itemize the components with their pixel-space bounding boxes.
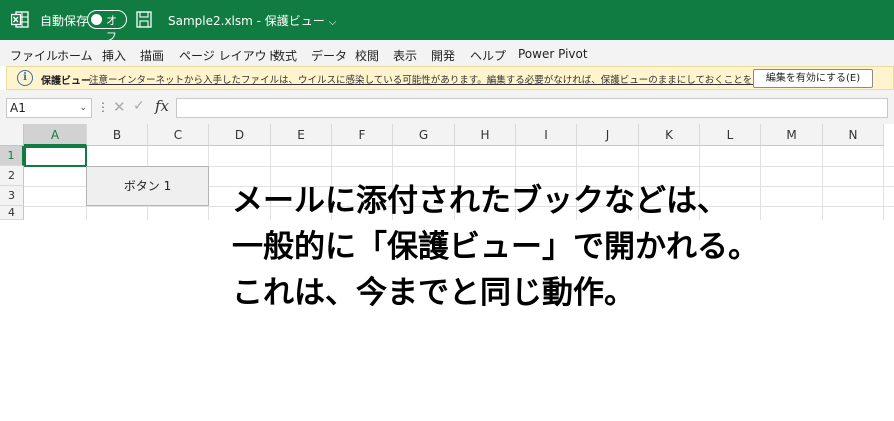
tab-file[interactable]: ファイル: [10, 47, 58, 64]
column-header-a[interactable]: A: [24, 124, 87, 146]
protected-view-bar: i 保護ビュー 注意ーインターネットから入手したファイルは、ウイルスに感染してい…: [6, 66, 894, 90]
cancel-icon[interactable]: ✕: [113, 98, 126, 116]
caption-line-2: 一般的に「保護ビュー」で開かれる。: [232, 229, 759, 265]
info-icon: i: [17, 70, 33, 86]
gridline: [760, 146, 761, 220]
formula-bar: A1 ⌄ ⋮ ✕ ✓ fx: [0, 90, 894, 124]
column-header-l[interactable]: L: [700, 124, 761, 146]
tab-developer[interactable]: 開発: [431, 47, 455, 64]
column-header-g[interactable]: G: [393, 124, 455, 146]
gridline: [883, 146, 884, 220]
document-title-text: Sample2.xlsm - 保護ビュー: [168, 14, 325, 28]
row-header-3[interactable]: 3: [0, 186, 24, 206]
caption-line-1: メールに添付されたブックなどは、: [232, 183, 728, 219]
enter-icon[interactable]: ✓: [133, 98, 145, 114]
column-header-b[interactable]: B: [87, 124, 148, 146]
tab-data[interactable]: データ: [311, 47, 347, 64]
enable-editing-button[interactable]: 編集を有効にする(E): [753, 69, 873, 88]
tab-insert[interactable]: 挿入: [102, 47, 126, 64]
tab-home[interactable]: ホーム: [57, 47, 93, 64]
column-header-j[interactable]: J: [577, 124, 639, 146]
insert-function-icon[interactable]: fx: [155, 97, 169, 115]
name-box[interactable]: A1 ⌄: [6, 98, 92, 118]
title-bar: 自動保存 オフ Sample2.xlsm - 保護ビュー ⌵: [0, 0, 894, 43]
toggle-knob: [91, 13, 102, 25]
tab-draw[interactable]: 描画: [140, 47, 164, 64]
column-header-c[interactable]: C: [148, 124, 209, 146]
tab-formulas[interactable]: 数式: [273, 47, 297, 64]
sheet-button-1[interactable]: ボタン 1: [86, 166, 209, 206]
caption-line-3: これは、今までと同じ動作。: [232, 275, 635, 311]
row-header-4[interactable]: 4: [0, 206, 24, 220]
more-icon[interactable]: ⋮: [97, 100, 109, 114]
caption-overlay: メールに添付されたブックなどは、 一般的に「保護ビュー」で開かれる。 これは、今…: [232, 178, 759, 316]
tab-power-pivot[interactable]: Power Pivot: [518, 47, 588, 61]
name-box-value: A1: [10, 101, 26, 115]
column-header-f[interactable]: F: [332, 124, 393, 146]
excel-icon[interactable]: [11, 11, 29, 28]
active-cell-a1[interactable]: [24, 146, 87, 167]
tab-page-layout[interactable]: ページ レイアウト: [179, 47, 279, 64]
autosave-label: 自動保存: [40, 14, 89, 28]
column-header-i[interactable]: I: [516, 124, 577, 146]
ribbon-tabs: ファイル ホーム 挿入 描画 ページ レイアウト 数式 データ 校閲 表示 開発…: [0, 40, 894, 66]
column-header-e[interactable]: E: [271, 124, 332, 146]
tab-review[interactable]: 校閲: [355, 47, 379, 64]
chevron-down-icon[interactable]: ⌄: [79, 99, 87, 117]
chevron-down-icon: ⌵: [328, 17, 337, 28]
autosave-toggle[interactable]: オフ: [87, 10, 127, 43]
column-header-n[interactable]: N: [823, 124, 884, 146]
row-header-1[interactable]: 1: [0, 146, 24, 166]
protected-view-title: 保護ビュー: [41, 76, 91, 87]
tab-help[interactable]: ヘルプ: [470, 47, 506, 64]
formula-input[interactable]: [176, 98, 888, 118]
tab-view[interactable]: 表示: [393, 47, 417, 64]
column-header-h[interactable]: H: [455, 124, 516, 146]
column-header-m[interactable]: M: [761, 124, 823, 146]
row-header-2[interactable]: 2: [0, 166, 24, 186]
protected-view-message[interactable]: 注意ーインターネットから入手したファイルは、ウイルスに感染している可能性がありま…: [89, 72, 818, 86]
column-header-k[interactable]: K: [639, 124, 700, 146]
save-icon[interactable]: [136, 11, 152, 28]
gridline: [822, 146, 823, 220]
column-header-d[interactable]: D: [209, 124, 271, 146]
select-all-corner[interactable]: [0, 124, 24, 146]
document-title[interactable]: Sample2.xlsm - 保護ビュー ⌵: [168, 12, 336, 29]
